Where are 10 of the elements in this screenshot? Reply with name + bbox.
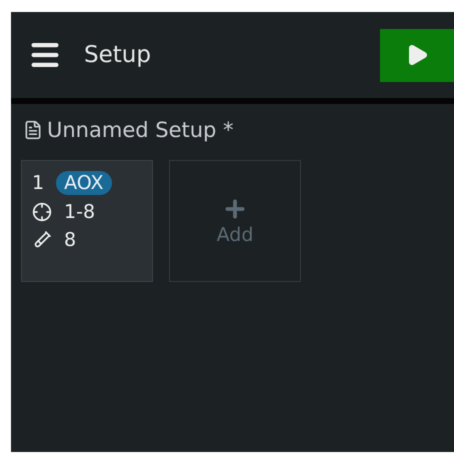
crosshair-icon — [32, 202, 52, 222]
document-icon — [23, 120, 43, 140]
item-number: 1 — [32, 172, 44, 194]
play-button[interactable] — [380, 28, 454, 82]
range-text: 1-8 — [64, 201, 96, 223]
count-text: 8 — [64, 229, 76, 251]
tag-label: AOX — [56, 171, 112, 195]
setup-card[interactable]: 1 AOX 1-8 8 — [21, 160, 153, 282]
document-name: Unnamed Setup * — [47, 118, 234, 142]
page-title: Setup — [84, 42, 152, 68]
